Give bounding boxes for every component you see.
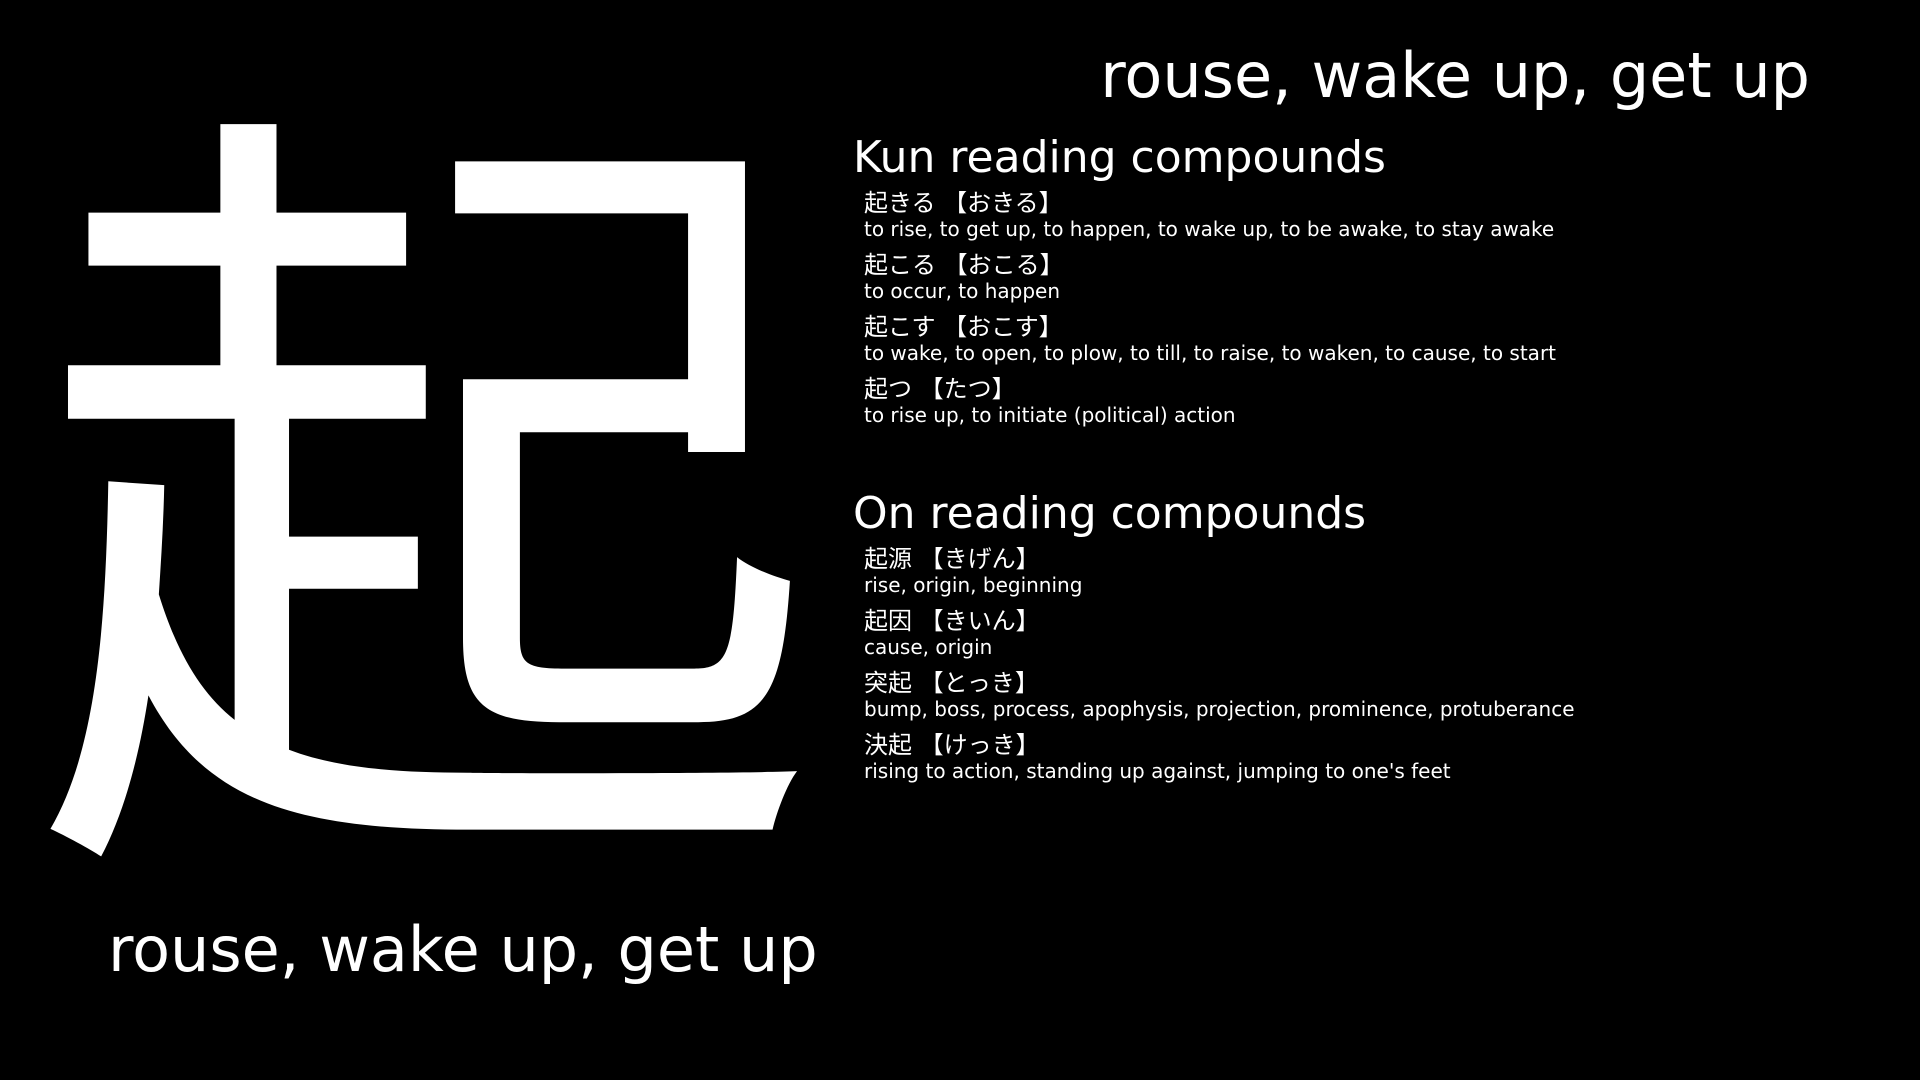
kun-entry: 起つ 【たつ】 to rise up, to initiate (politic… <box>864 374 1893 426</box>
on-entry-gloss: cause, origin <box>864 635 993 659</box>
on-entry-word: 突起 【とっき】 <box>864 669 1039 697</box>
kun-entry-word: 起こる 【おこる】 <box>864 251 1064 279</box>
on-entry: 起源 【きげん】 rise, origin, beginning <box>864 544 1893 596</box>
kun-entry-word: 起こす 【おこす】 <box>864 313 1063 341</box>
kun-entry-gloss: to rise, to get up, to happen, to wake u… <box>864 217 1555 241</box>
kun-section-title: Kun reading compounds <box>853 132 1386 183</box>
on-entry-gloss: bump, boss, process, apophysis, projecti… <box>864 697 1575 721</box>
on-entry: 決起 【けっき】 rising to action, standing up a… <box>864 730 1893 782</box>
kun-reading-section: Kun reading compounds 起きる 【おきる】 to rise,… <box>853 130 1893 436</box>
on-reading-section: On reading compounds 起源 【きげん】 rise, orig… <box>853 486 1893 792</box>
on-entry: 突起 【とっき】 bump, boss, process, apophysis,… <box>864 668 1893 720</box>
kun-entry-gloss: to rise up, to initiate (political) acti… <box>864 403 1236 427</box>
on-entry-word: 起因 【きいん】 <box>864 607 1040 635</box>
meaning-caption: rouse, wake up, get up <box>108 913 818 986</box>
kun-entry-gloss: to occur, to happen <box>864 279 1061 303</box>
on-entry: 起因 【きいん】 cause, origin <box>864 606 1893 658</box>
on-section-title: On reading compounds <box>853 488 1367 539</box>
kun-entry-word: 起きる 【おきる】 <box>864 189 1063 217</box>
meaning-header: rouse, wake up, get up <box>1100 39 1810 112</box>
kun-entry-gloss: to wake, to open, to plow, to till, to r… <box>864 341 1557 365</box>
kanji-character: 起 <box>30 55 820 974</box>
on-entry-gloss: rise, origin, beginning <box>864 573 1083 597</box>
kun-entry-word: 起つ 【たつ】 <box>864 375 1016 403</box>
on-entry-gloss: rising to action, standing up against, j… <box>864 759 1451 783</box>
on-entry-word: 起源 【きげん】 <box>864 545 1040 573</box>
kun-entry: 起きる 【おきる】 to rise, to get up, to happen,… <box>864 188 1893 240</box>
on-entry-word: 決起 【けっき】 <box>864 731 1040 759</box>
kun-entry: 起こす 【おこす】 to wake, to open, to plow, to … <box>864 312 1893 364</box>
kun-entry: 起こる 【おこる】 to occur, to happen <box>864 250 1893 302</box>
